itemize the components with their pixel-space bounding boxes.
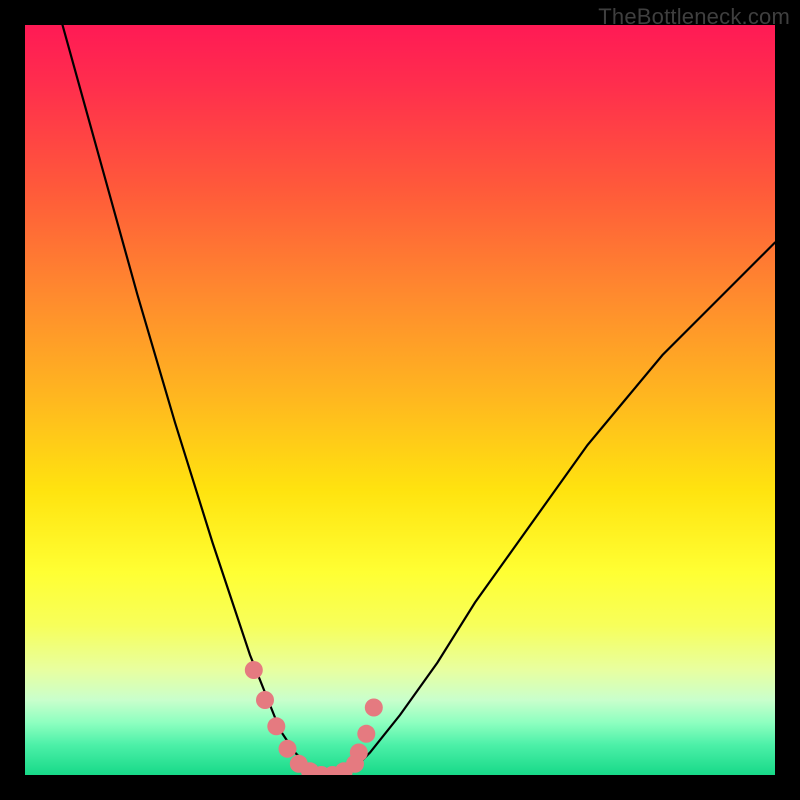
chart-stage: TheBottleneck.com [0, 0, 800, 800]
marker-dot [365, 699, 383, 717]
marker-dot [279, 740, 297, 758]
watermark-text: TheBottleneck.com [598, 4, 790, 30]
marker-dot [256, 691, 274, 709]
marker-dot [245, 661, 263, 679]
marker-dot [357, 725, 375, 743]
near-optimum-markers [245, 661, 383, 775]
marker-dot [350, 744, 368, 762]
bottleneck-curve [63, 25, 776, 775]
marker-dot [267, 717, 285, 735]
plot-area [25, 25, 775, 775]
curve-layer [25, 25, 775, 775]
